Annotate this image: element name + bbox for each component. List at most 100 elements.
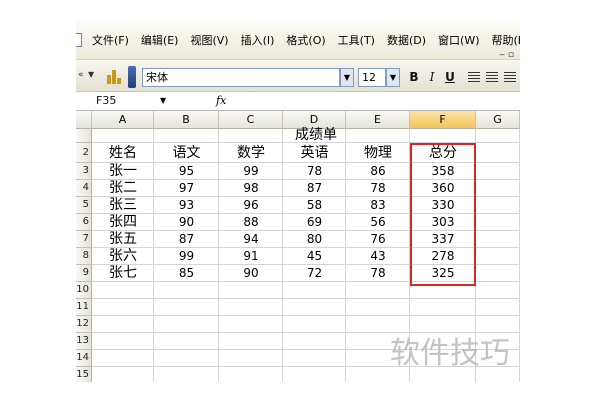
header-cell[interactable]: 语文 <box>154 144 219 162</box>
data-cell[interactable]: 88 <box>219 214 283 230</box>
data-cell[interactable]: 56 <box>346 214 410 230</box>
fx-icon[interactable]: fx <box>216 92 226 110</box>
row-header[interactable] <box>76 129 92 143</box>
data-cell[interactable]: 87 <box>283 180 346 196</box>
bold-button[interactable]: B <box>406 69 422 85</box>
toolbar-grip-icon[interactable] <box>128 66 136 88</box>
row-header[interactable]: 10 <box>76 282 92 299</box>
formula-input[interactable] <box>230 92 520 110</box>
header-cell[interactable]: 数学 <box>219 144 283 162</box>
row-header[interactable]: 7 <box>76 231 92 248</box>
column-header-a[interactable]: A <box>92 111 154 129</box>
data-cell[interactable]: 87 <box>154 231 219 247</box>
data-cell[interactable]: 72 <box>283 265 346 281</box>
data-cell[interactable]: 张五 <box>92 231 154 247</box>
data-cell[interactable]: 76 <box>346 231 410 247</box>
column-header-c[interactable]: C <box>219 111 283 129</box>
row-header[interactable]: 12 <box>76 316 92 333</box>
data-cell[interactable]: 96 <box>219 197 283 213</box>
menu-tools[interactable]: 工具(T) <box>332 32 381 48</box>
formatting-toolbar: « ▼ 宋体 ▼ 12 ▼ B I U <box>76 60 520 92</box>
italic-button[interactable]: I <box>424 69 440 85</box>
font-size-dropdown-icon[interactable]: ▼ <box>386 68 400 87</box>
menu-view[interactable]: 视图(V) <box>184 32 234 48</box>
menu-file[interactable]: 文件(F) <box>86 32 135 48</box>
data-cell[interactable]: 97 <box>154 180 219 196</box>
data-cell[interactable]: 80 <box>283 231 346 247</box>
data-cell[interactable]: 90 <box>154 214 219 230</box>
align-right-icon[interactable] <box>504 72 516 82</box>
select-all-corner[interactable] <box>76 111 92 129</box>
data-cell[interactable]: 99 <box>219 163 283 179</box>
row-header[interactable]: 13 <box>76 333 92 350</box>
window-controls[interactable]: ‒ ▫ <box>499 50 514 60</box>
row-header[interactable]: 14 <box>76 350 92 367</box>
menu-format[interactable]: 格式(O) <box>280 32 331 48</box>
data-cell[interactable]: 78 <box>346 265 410 281</box>
data-cell[interactable]: 张六 <box>92 248 154 264</box>
underline-button[interactable]: U <box>442 69 458 85</box>
menu-window[interactable]: 窗口(W) <box>432 32 485 48</box>
data-cell[interactable]: 张七 <box>92 265 154 281</box>
data-cell[interactable]: 94 <box>219 231 283 247</box>
menu-edit[interactable]: 编辑(E) <box>135 32 185 48</box>
data-cell[interactable]: 90 <box>219 265 283 281</box>
menu-insert[interactable]: 插入(I) <box>235 32 281 48</box>
data-cell[interactable]: 78 <box>346 180 410 196</box>
row-header[interactable]: 11 <box>76 299 92 316</box>
row-header[interactable]: 2 <box>76 143 92 163</box>
name-box-dropdown-icon[interactable]: ▼ <box>160 92 166 110</box>
align-center-icon[interactable] <box>486 72 498 82</box>
data-cell[interactable]: 98 <box>219 180 283 196</box>
row-header[interactable]: 8 <box>76 248 92 265</box>
data-cell[interactable]: 99 <box>154 248 219 264</box>
menu-data[interactable]: 数据(D) <box>381 32 432 48</box>
document-icon <box>76 33 82 47</box>
toolbar-dropdown-icon[interactable]: ▼ <box>88 70 94 79</box>
column-header-f[interactable]: F <box>410 111 476 129</box>
row-header[interactable]: 9 <box>76 265 92 282</box>
data-cell[interactable]: 张二 <box>92 180 154 196</box>
align-left-icon[interactable] <box>468 72 480 82</box>
row-header[interactable]: 6 <box>76 214 92 231</box>
data-cell[interactable]: 45 <box>283 248 346 264</box>
minimize-icon[interactable]: ‒ <box>499 50 505 60</box>
chart-icon[interactable] <box>106 68 122 84</box>
menu-help[interactable]: 帮助(H <box>486 32 521 48</box>
column-gridline <box>519 129 520 382</box>
sheet-title-cell[interactable]: 成绩单 <box>276 127 356 143</box>
header-cell[interactable]: 姓名 <box>92 144 154 162</box>
toolbar-options-chevron-icon[interactable]: « <box>78 70 84 80</box>
row-gridline <box>92 315 520 316</box>
data-cell[interactable]: 张三 <box>92 197 154 213</box>
total-column-highlight <box>410 143 476 286</box>
data-cell[interactable]: 93 <box>154 197 219 213</box>
data-cell[interactable]: 91 <box>219 248 283 264</box>
font-name-dropdown-icon[interactable]: ▼ <box>340 68 354 87</box>
data-cell[interactable]: 张一 <box>92 163 154 179</box>
menu-row: 文件(F) 编辑(E) 视图(V) 插入(I) 格式(O) 工具(T) 数据(D… <box>76 30 520 50</box>
row-gridline <box>92 298 520 299</box>
restore-icon[interactable]: ▫ <box>508 50 514 60</box>
formula-bar: F35 ▼ fx <box>76 92 520 111</box>
row-header[interactable]: 15 <box>76 367 92 382</box>
row-header[interactable]: 5 <box>76 197 92 214</box>
column-header-g[interactable]: G <box>476 111 520 129</box>
data-cell[interactable]: 83 <box>346 197 410 213</box>
row-header[interactable]: 4 <box>76 180 92 197</box>
column-header-b[interactable]: B <box>154 111 219 129</box>
data-cell[interactable]: 69 <box>283 214 346 230</box>
row-header[interactable]: 3 <box>76 163 92 180</box>
header-cell[interactable]: 物理 <box>346 144 410 162</box>
data-cell[interactable]: 张四 <box>92 214 154 230</box>
data-cell[interactable]: 78 <box>283 163 346 179</box>
header-cell[interactable]: 英语 <box>283 144 346 162</box>
font-size-box[interactable]: 12 <box>358 68 386 87</box>
name-box[interactable]: F35 <box>76 92 172 110</box>
data-cell[interactable]: 58 <box>283 197 346 213</box>
data-cell[interactable]: 85 <box>154 265 219 281</box>
data-cell[interactable]: 86 <box>346 163 410 179</box>
data-cell[interactable]: 43 <box>346 248 410 264</box>
font-name-box[interactable]: 宋体 <box>142 68 340 87</box>
data-cell[interactable]: 95 <box>154 163 219 179</box>
